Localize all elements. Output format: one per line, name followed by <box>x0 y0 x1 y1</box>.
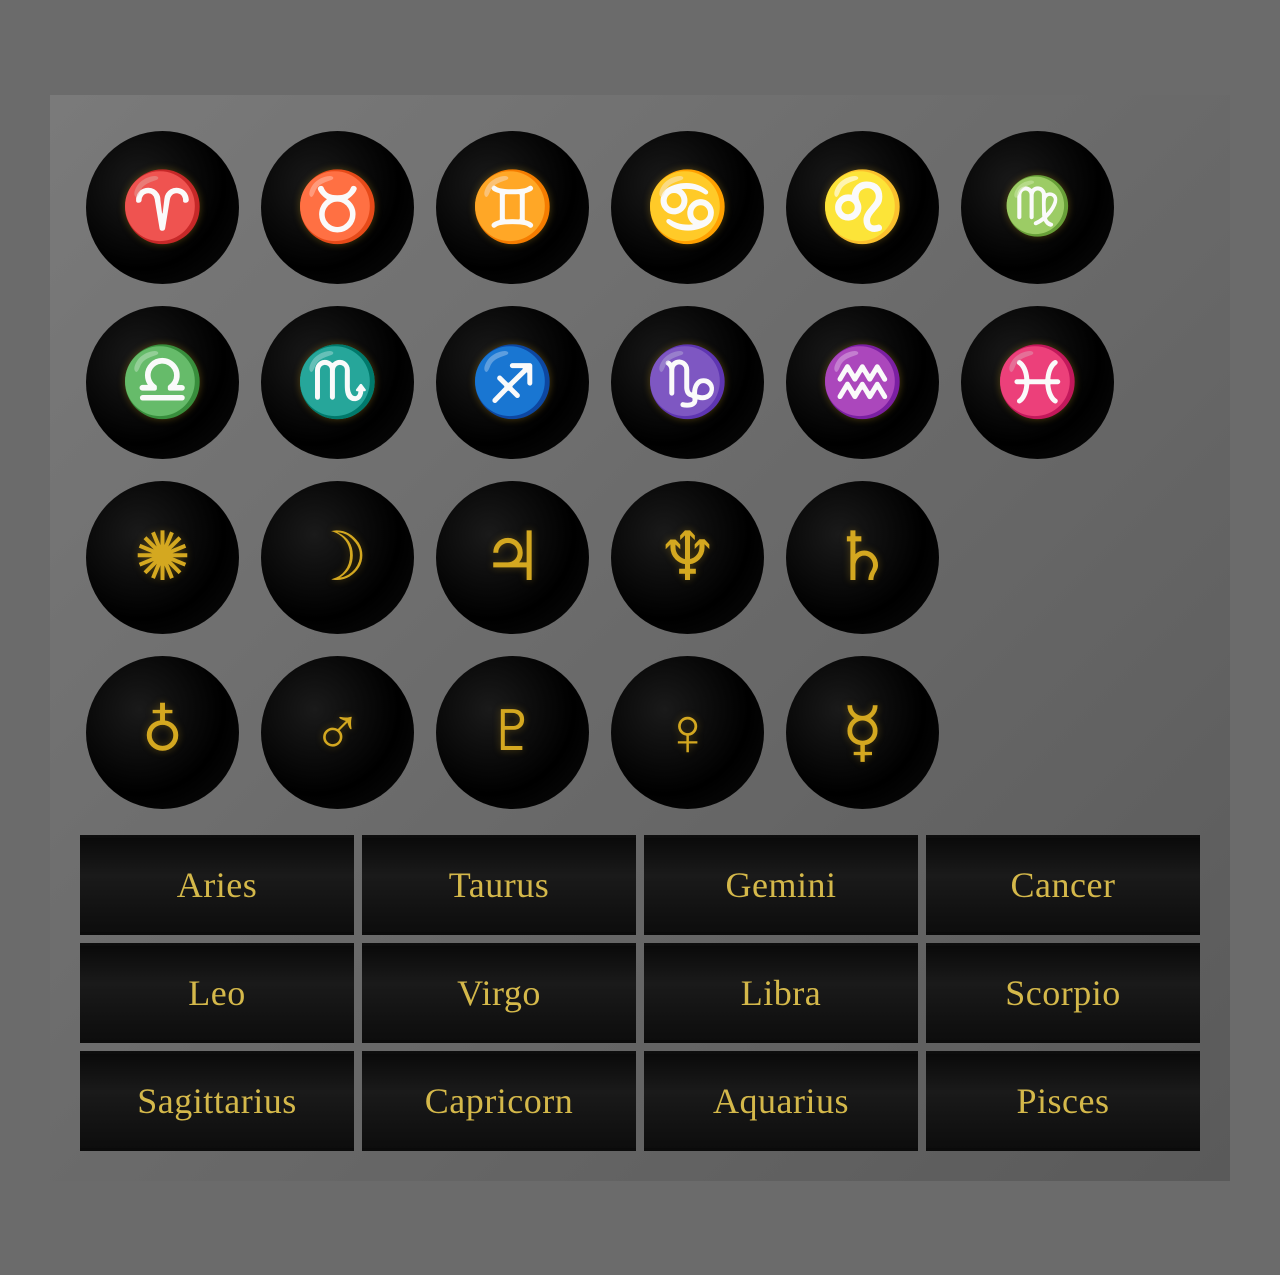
jupiter-symbol: ♃ <box>482 523 543 591</box>
label-row-1: Aries Taurus Gemini Cancer <box>80 835 1200 935</box>
mars-circle[interactable]: ♂ <box>255 650 420 815</box>
taurus-circle[interactable]: ♉ <box>255 125 420 290</box>
pluto-symbol: ♇ <box>487 704 537 760</box>
gemini-circle[interactable]: ♊ <box>430 125 595 290</box>
gemini-label: Gemini <box>726 864 837 906</box>
scorpio-label-box[interactable]: Scorpio <box>926 943 1200 1043</box>
gemini-symbol: ♊ <box>470 173 555 241</box>
libra-symbol: ♎ <box>120 348 205 416</box>
saturn-symbol: ♄ <box>832 523 893 591</box>
neptune-circle[interactable]: ♆ <box>605 475 770 640</box>
libra-label-box[interactable]: Libra <box>644 943 918 1043</box>
pisces-label: Pisces <box>1017 1080 1110 1122</box>
leo-symbol: ♌ <box>820 173 905 241</box>
mercury-circle[interactable]: ☿ <box>780 650 945 815</box>
leo-circle[interactable]: ♌ <box>780 125 945 290</box>
gemini-label-box[interactable]: Gemini <box>644 835 918 935</box>
leo-label: Leo <box>188 972 245 1014</box>
virgo-label-box[interactable]: Virgo <box>362 943 636 1043</box>
aries-label: Aries <box>177 864 257 906</box>
moon-circle[interactable]: ☽ <box>255 475 420 640</box>
labels-grid: Aries Taurus Gemini Cancer Leo Virgo Lib… <box>80 835 1200 1151</box>
main-container: ♈ ♉ ♊ ♋ ♌ ♍ ♎ ♏ <box>50 95 1230 1181</box>
capricorn-label-box[interactable]: Capricorn <box>362 1051 636 1151</box>
taurus-label-box[interactable]: Taurus <box>362 835 636 935</box>
taurus-symbol: ♉ <box>295 173 380 241</box>
neptune-symbol: ♆ <box>657 523 718 591</box>
pisces-circle[interactable]: ♓ <box>955 300 1120 465</box>
sagittarius-label: Sagittarius <box>137 1080 296 1122</box>
earth-circle[interactable]: ♁ <box>80 650 245 815</box>
mars-symbol: ♂ <box>312 698 363 766</box>
libra-circle[interactable]: ♎ <box>80 300 245 465</box>
sagittarius-symbol: ♐ <box>470 348 555 416</box>
mercury-symbol: ☿ <box>842 698 884 766</box>
leo-label-box[interactable]: Leo <box>80 943 354 1043</box>
zodiac-row-2: ♎ ♏ ♐ ♑ ♒ ♓ <box>80 300 1200 465</box>
scorpio-circle[interactable]: ♏ <box>255 300 420 465</box>
cancer-label-box[interactable]: Cancer <box>926 835 1200 935</box>
aquarius-label: Aquarius <box>713 1080 849 1122</box>
cancer-symbol: ♋ <box>645 173 730 241</box>
aries-symbol: ♈ <box>120 173 205 241</box>
cancer-circle[interactable]: ♋ <box>605 125 770 290</box>
cancer-label: Cancer <box>1011 864 1116 906</box>
aquarius-symbol: ♒ <box>820 348 905 416</box>
planet-row-2: ♁ ♂ ♇ ♀ ☿ <box>80 650 1200 815</box>
capricorn-label: Capricorn <box>425 1080 573 1122</box>
venus-symbol: ♀ <box>662 698 713 766</box>
planet-row-1: ✺ ☽ ♃ ♆ ♄ <box>80 475 1200 640</box>
virgo-label: Virgo <box>457 972 541 1014</box>
label-row-3: Sagittarius Capricorn Aquarius Pisces <box>80 1051 1200 1151</box>
virgo-circle[interactable]: ♍ <box>955 125 1120 290</box>
scorpio-label: Scorpio <box>1005 972 1121 1014</box>
virgo-symbol: ♍ <box>1003 179 1073 235</box>
scorpio-symbol: ♏ <box>295 348 380 416</box>
saturn-circle[interactable]: ♄ <box>780 475 945 640</box>
capricorn-circle[interactable]: ♑ <box>605 300 770 465</box>
aries-label-box[interactable]: Aries <box>80 835 354 935</box>
sagittarius-label-box[interactable]: Sagittarius <box>80 1051 354 1151</box>
moon-symbol: ☽ <box>307 523 368 591</box>
libra-label: Libra <box>741 972 821 1014</box>
symbols-grid: ♈ ♉ ♊ ♋ ♌ ♍ ♎ ♏ <box>80 125 1200 815</box>
zodiac-row-1: ♈ ♉ ♊ ♋ ♌ ♍ <box>80 125 1200 290</box>
pisces-symbol: ♓ <box>995 348 1080 416</box>
aquarius-circle[interactable]: ♒ <box>780 300 945 465</box>
label-row-2: Leo Virgo Libra Scorpio <box>80 943 1200 1043</box>
sun-symbol: ✺ <box>134 523 191 591</box>
sagittarius-circle[interactable]: ♐ <box>430 300 595 465</box>
pluto-circle[interactable]: ♇ <box>430 650 595 815</box>
aquarius-label-box[interactable]: Aquarius <box>644 1051 918 1151</box>
jupiter-circle[interactable]: ♃ <box>430 475 595 640</box>
sun-circle[interactable]: ✺ <box>80 475 245 640</box>
capricorn-symbol: ♑ <box>645 348 730 416</box>
taurus-label: Taurus <box>449 864 549 906</box>
venus-circle[interactable]: ♀ <box>605 650 770 815</box>
aries-circle[interactable]: ♈ <box>80 125 245 290</box>
pisces-label-box[interactable]: Pisces <box>926 1051 1200 1151</box>
earth-symbol: ♁ <box>142 704 183 760</box>
